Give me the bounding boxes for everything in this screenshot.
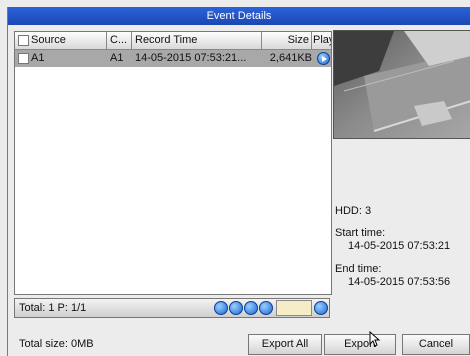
event-list: Source C... Record Time Size Play A1 A1 … xyxy=(14,31,332,295)
go-page-icon[interactable] xyxy=(314,301,328,315)
row-record-time: 14-05-2015 07:53:21... xyxy=(135,52,247,64)
header-source[interactable]: Source xyxy=(15,32,107,49)
header-record-time[interactable]: Record Time xyxy=(132,32,262,49)
start-time-value: 14-05-2015 07:53:21 xyxy=(348,240,451,252)
export-all-button[interactable]: Export All xyxy=(248,334,322,355)
row-source: A1 xyxy=(31,52,45,64)
export-button[interactable]: Export xyxy=(324,334,396,355)
cancel-button[interactable]: Cancel xyxy=(402,334,470,355)
row-checkbox[interactable] xyxy=(18,53,29,64)
camera-frame-image xyxy=(334,31,470,138)
pager-bar: Total: 1 P: 1/1 xyxy=(14,298,330,318)
dialog-title: Event Details xyxy=(8,7,470,25)
table-row[interactable]: A1 A1 14-05-2015 07:53:21... 2,641KB xyxy=(15,50,331,67)
end-time-label: End time: xyxy=(335,263,382,275)
header-play[interactable]: Play xyxy=(312,32,331,49)
video-preview xyxy=(333,30,470,139)
pager-status: Total: 1 P: 1/1 xyxy=(19,302,87,314)
left-border xyxy=(7,7,8,356)
header-size[interactable]: Size xyxy=(262,32,312,49)
start-time-label: Start time: xyxy=(335,227,386,239)
header-channel[interactable]: C... xyxy=(107,32,132,49)
event-details-dialog: Event Details Source C... Record Time Si… xyxy=(0,0,470,356)
end-time-value: 14-05-2015 07:53:56 xyxy=(348,276,451,288)
prev-page-icon[interactable] xyxy=(229,301,243,315)
total-size-label: Total size: 0MB xyxy=(19,338,94,350)
first-page-icon[interactable] xyxy=(214,301,228,315)
row-size: 2,641KB xyxy=(269,52,312,64)
last-page-icon[interactable] xyxy=(259,301,273,315)
play-icon[interactable] xyxy=(317,52,330,65)
page-number-input[interactable] xyxy=(276,300,312,316)
select-all-checkbox[interactable] xyxy=(18,35,29,46)
table-header: Source C... Record Time Size Play xyxy=(15,32,331,50)
hdd-label: HDD: 3 xyxy=(335,205,372,217)
next-page-icon[interactable] xyxy=(244,301,258,315)
mouse-cursor-icon xyxy=(369,331,381,347)
row-channel: A1 xyxy=(110,52,124,64)
